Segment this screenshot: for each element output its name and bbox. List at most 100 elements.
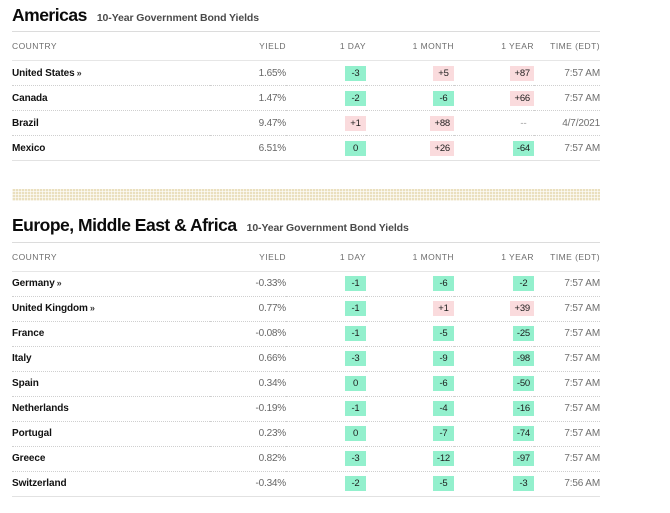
cell-change-1month: +88 — [366, 110, 454, 137]
cell-yield: -0.33% — [210, 271, 286, 297]
cell-yield: 0.23% — [210, 421, 286, 447]
cell-change-1day: -1 — [286, 271, 366, 297]
cell-yield: 0.34% — [210, 371, 286, 397]
cell-time: 7:57 AM — [534, 446, 600, 472]
change-badge: -5 — [433, 476, 454, 492]
change-badge: +88 — [430, 115, 454, 131]
cell-country: Canada — [12, 85, 210, 112]
cell-change-1year: -97 — [454, 446, 534, 472]
change-badge: 0 — [345, 140, 366, 156]
country-link[interactable]: Germany — [12, 278, 55, 289]
column-header-yield[interactable]: YIELD — [210, 31, 286, 62]
cell-yield: 1.47% — [210, 85, 286, 112]
cell-change-1month: -6 — [366, 371, 454, 397]
change-badge: +39 — [510, 301, 534, 317]
column-header-yield[interactable]: YIELD — [210, 241, 286, 272]
cell-yield: -0.08% — [210, 321, 286, 347]
change-badge: -3 — [345, 65, 366, 81]
change-badge: -7 — [433, 426, 454, 442]
chevron-right-icon[interactable]: » — [77, 68, 82, 78]
table-row: Portugal 0.23% 0 -7 -74 7:57 AM — [12, 421, 600, 447]
table-header-row: COUNTRY YIELD 1 DAY 1 MONTH 1 YEAR TIME … — [12, 31, 600, 62]
change-badge: -2 — [513, 276, 534, 292]
cell-time: 7:57 AM — [534, 346, 600, 372]
table-row: Italy 0.66% -3 -9 -98 7:57 AM — [12, 346, 600, 372]
country-name: Greece — [12, 453, 46, 465]
column-header-time[interactable]: TIME (EDT) — [534, 241, 600, 272]
cell-change-1year: -74 — [454, 421, 534, 447]
section-divider-band — [12, 189, 600, 202]
table-row: Mexico 6.51% 0 +26 -64 7:57 AM — [12, 135, 600, 162]
country-link[interactable]: United Kingdom — [12, 303, 88, 314]
change-badge: -1 — [345, 326, 366, 342]
cell-change-1year: +87 — [454, 60, 534, 87]
cell-yield: -0.34% — [210, 471, 286, 497]
column-header-country[interactable]: COUNTRY — [12, 241, 210, 272]
table-row: Spain 0.34% 0 -6 -50 7:57 AM — [12, 371, 600, 397]
column-header-1day[interactable]: 1 DAY — [286, 241, 366, 272]
cell-change-1day: -3 — [286, 346, 366, 372]
column-header-country[interactable]: COUNTRY — [12, 31, 210, 62]
change-badge: -1 — [345, 276, 366, 292]
cell-yield: -0.19% — [210, 396, 286, 422]
table-row: Greece 0.82% -3 -12 -97 7:57 AM — [12, 446, 600, 472]
change-badge: 0 — [345, 426, 366, 442]
country-name: Italy — [12, 353, 32, 365]
change-badge: -3 — [513, 476, 534, 492]
change-badge: -16 — [512, 401, 534, 417]
column-header-1month[interactable]: 1 MONTH — [366, 31, 454, 62]
chevron-right-icon[interactable]: » — [90, 303, 95, 313]
change-badge: +26 — [430, 140, 454, 156]
column-header-1day[interactable]: 1 DAY — [286, 31, 366, 62]
table-row: Netherlands -0.19% -1 -4 -16 7:57 AM — [12, 396, 600, 422]
change-badge: +5 — [433, 65, 454, 81]
section-header: Americas 10-Year Government Bond Yields — [12, 0, 658, 31]
change-badge: -12 — [432, 451, 454, 467]
table-row: Germany» -0.33% -1 -6 -2 7:57 AM — [12, 271, 600, 297]
chevron-right-icon[interactable]: » — [57, 278, 62, 288]
cell-change-1day: -2 — [286, 85, 366, 112]
change-badge: -1 — [345, 301, 366, 317]
country-link[interactable]: United States — [12, 68, 75, 79]
section-subtitle: 10-Year Government Bond Yields — [96, 12, 259, 24]
cell-time: 7:57 AM — [534, 85, 600, 112]
cell-country: Portugal — [12, 421, 210, 447]
cell-time: 7:57 AM — [534, 396, 600, 422]
bond-yields-page: Americas 10-Year Government Bond Yields … — [0, 0, 670, 513]
cell-change-1year: -16 — [454, 396, 534, 422]
table-header-row: COUNTRY YIELD 1 DAY 1 MONTH 1 YEAR TIME … — [12, 241, 600, 272]
change-badge: -3 — [345, 451, 366, 467]
cell-time: 7:57 AM — [534, 60, 600, 87]
section-title: Europe, Middle East & Africa — [12, 215, 237, 236]
cell-change-1year: -3 — [454, 471, 534, 497]
column-header-1year[interactable]: 1 YEAR — [454, 241, 534, 272]
column-header-1year[interactable]: 1 YEAR — [454, 31, 534, 62]
table-row: United States» 1.65% -3 +5 +87 7:57 AM — [12, 60, 600, 87]
cell-change-1month: -5 — [366, 321, 454, 347]
cell-time: 7:57 AM — [534, 135, 600, 162]
table-row: Canada 1.47% -2 -6 +66 7:57 AM — [12, 85, 600, 112]
change-badge: +1 — [345, 115, 366, 131]
change-badge: -1 — [345, 401, 366, 417]
cell-yield: 1.65% — [210, 60, 286, 87]
cell-change-1month: -4 — [366, 396, 454, 422]
change-badge: -74 — [512, 426, 534, 442]
cell-country: Italy — [12, 346, 210, 372]
country-name: Netherlands — [12, 403, 69, 415]
cell-time: 7:56 AM — [534, 471, 600, 497]
column-header-time[interactable]: TIME (EDT) — [534, 31, 600, 62]
cell-yield: 9.47% — [210, 110, 286, 137]
cell-change-1year: -98 — [454, 346, 534, 372]
cell-change-1day: -1 — [286, 296, 366, 322]
cell-change-1year: -50 — [454, 371, 534, 397]
cell-change-1month: -12 — [366, 446, 454, 472]
column-header-1month[interactable]: 1 MONTH — [366, 241, 454, 272]
change-badge: -3 — [345, 351, 366, 367]
change-badge: -6 — [433, 276, 454, 292]
change-badge: -6 — [433, 376, 454, 392]
cell-yield: 0.66% — [210, 346, 286, 372]
cell-change-1day: 0 — [286, 135, 366, 162]
table-header: COUNTRY YIELD 1 DAY 1 MONTH 1 YEAR TIME … — [12, 241, 600, 272]
cell-time: 7:57 AM — [534, 321, 600, 347]
change-badge: -9 — [433, 351, 454, 367]
